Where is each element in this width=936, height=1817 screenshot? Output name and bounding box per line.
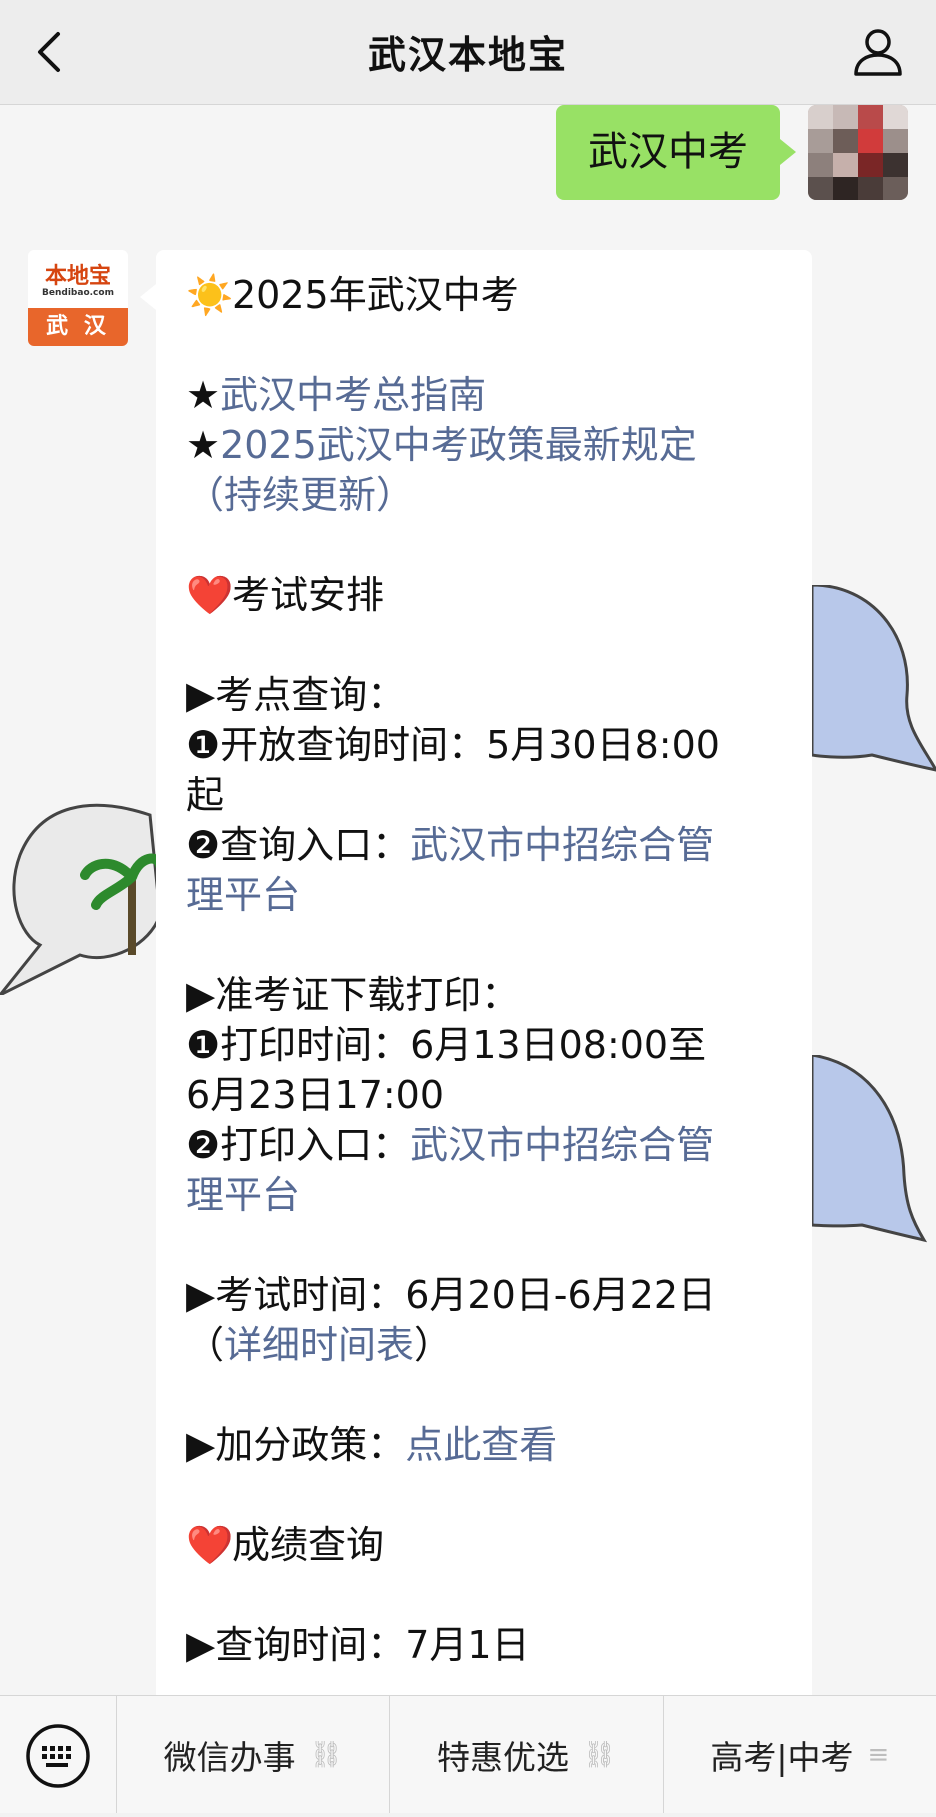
zkz-print-time: ❶打印时间：6月13日08:00至 xyxy=(186,1023,707,1067)
menu-item-label: 特惠优选 xyxy=(436,1737,569,1777)
blue-cloud-doodle-icon xyxy=(812,585,936,772)
keyboard-toggle-button[interactable] xyxy=(0,1696,117,1813)
menu-item-wechat-services[interactable]: 微信办事 ⛓ xyxy=(117,1696,391,1813)
chat-title: 武汉本地宝 xyxy=(367,33,568,77)
user-message-bubble[interactable]: 武汉中考 xyxy=(556,105,796,200)
logo-city-text: 武 汉 xyxy=(28,308,128,346)
star-icon: ★ xyxy=(186,373,221,417)
kd-open-time: ❶开放查询时间：5月30日8:00 xyxy=(186,723,720,767)
bonus-line: ▶加分政策：点此查看 xyxy=(186,1420,782,1470)
policy-line: ★2025武汉中考政策最新规定 xyxy=(186,420,782,470)
user-avatar[interactable] xyxy=(808,105,908,200)
heart-icon: ❤️ xyxy=(186,1523,234,1567)
section-exam-arrange: ❤️考试安排 xyxy=(186,570,782,620)
section-title: 考试安排 xyxy=(232,573,385,617)
intro-text: 2025年武汉中考 xyxy=(232,273,519,317)
zkz-print-time-cont: 6月23日17:00 xyxy=(186,1073,445,1117)
intro-line: ☀️2025年武汉中考 xyxy=(186,270,782,320)
bonus-link[interactable]: 点此查看 xyxy=(405,1423,557,1467)
kd-entry-line: ❷查询入口：武汉市中招综合管 xyxy=(186,820,782,870)
zkz-title: ▶准考证下载打印： xyxy=(186,973,520,1017)
link-icon: ⛓ xyxy=(309,1739,343,1770)
zkz-entry-link-cont[interactable]: 理平台 xyxy=(186,1173,300,1217)
policy-link[interactable]: 2025武汉中考政策最新规定 xyxy=(220,423,697,467)
bottom-menu-bar: 微信办事 ⛓ 特惠优选 ⛓ 高考|中考 ≡ xyxy=(0,1695,936,1813)
menu-item-label: 高考|中考 xyxy=(710,1737,854,1777)
kd-entry-line-2: 理平台 xyxy=(186,870,782,920)
exam-schedule-line: （详细时间表） xyxy=(186,1320,782,1370)
profile-icon[interactable] xyxy=(848,22,908,82)
zkz-entry-line: ❷打印入口：武汉市中招综合管 xyxy=(186,1120,782,1170)
blue-cloud-doodle-icon xyxy=(812,1055,928,1243)
menu-item-exams[interactable]: 高考|中考 ≡ xyxy=(664,1696,936,1813)
menu-item-label: 微信办事 xyxy=(163,1737,296,1777)
star-icon: ★ xyxy=(186,423,221,467)
heart-icon: ❤️ xyxy=(186,573,234,617)
palm-cloud-doodle-icon xyxy=(0,803,160,995)
kd-entry-label: ❷查询入口： xyxy=(186,823,411,867)
kd-open-time-cont: 起 xyxy=(186,773,225,817)
policy-line-2: （持续更新） xyxy=(186,470,782,520)
sun-icon: ☀️ xyxy=(186,273,234,317)
link-icon: ⛓ xyxy=(582,1739,616,1770)
navigation-bar: 武汉本地宝 xyxy=(0,0,936,105)
guide-link[interactable]: 武汉中考总指南 xyxy=(220,373,486,417)
logo-domain-text: Bendibao.com xyxy=(42,288,114,298)
bonus-label: ▶加分政策： xyxy=(186,1423,406,1467)
zkz-entry-label: ❷打印入口： xyxy=(186,1123,411,1167)
bot-message-bubble: ☀️2025年武汉中考 ★武汉中考总指南 ★2025武汉中考政策最新规定 （持续… xyxy=(140,250,812,1695)
chat-area[interactable]: 武汉中考 本地宝 Bendibao.com 武 汉 ☀️2025年武汉中考 ★武… xyxy=(0,105,936,1695)
logo-brand-text: 本地宝 xyxy=(44,263,111,289)
avatar-image-icon xyxy=(808,105,908,200)
kd-entry-link-cont[interactable]: 理平台 xyxy=(186,873,300,917)
schedule-link[interactable]: 详细时间表 xyxy=(224,1323,414,1367)
zkz-entry-line-2: 理平台 xyxy=(186,1170,782,1220)
policy-link-continued[interactable]: （持续更新） xyxy=(186,473,414,517)
paren-close: ） xyxy=(414,1323,453,1367)
section-title: 成绩查询 xyxy=(232,1523,385,1567)
kd-entry-link[interactable]: 武汉市中招综合管 xyxy=(410,823,714,867)
section-score: ❤️成绩查询 xyxy=(186,1520,782,1570)
official-account-avatar[interactable]: 本地宝 Bendibao.com 武 汉 xyxy=(28,250,128,346)
menu-item-deals[interactable]: 特惠优选 ⛓ xyxy=(390,1696,664,1813)
menu-icon: ≡ xyxy=(867,1739,890,1770)
keyboard-icon xyxy=(26,1724,90,1788)
paren-open: （ xyxy=(186,1323,225,1367)
zkz-entry-link[interactable]: 武汉市中招综合管 xyxy=(410,1123,714,1167)
guide-line: ★武汉中考总指南 xyxy=(186,370,782,420)
exam-time-line: ▶考试时间：6月20日-6月22日 xyxy=(186,1273,716,1317)
score-time-line: ▶查询时间：7月1日 xyxy=(186,1623,530,1667)
kd-title: ▶考点查询： xyxy=(186,673,406,717)
